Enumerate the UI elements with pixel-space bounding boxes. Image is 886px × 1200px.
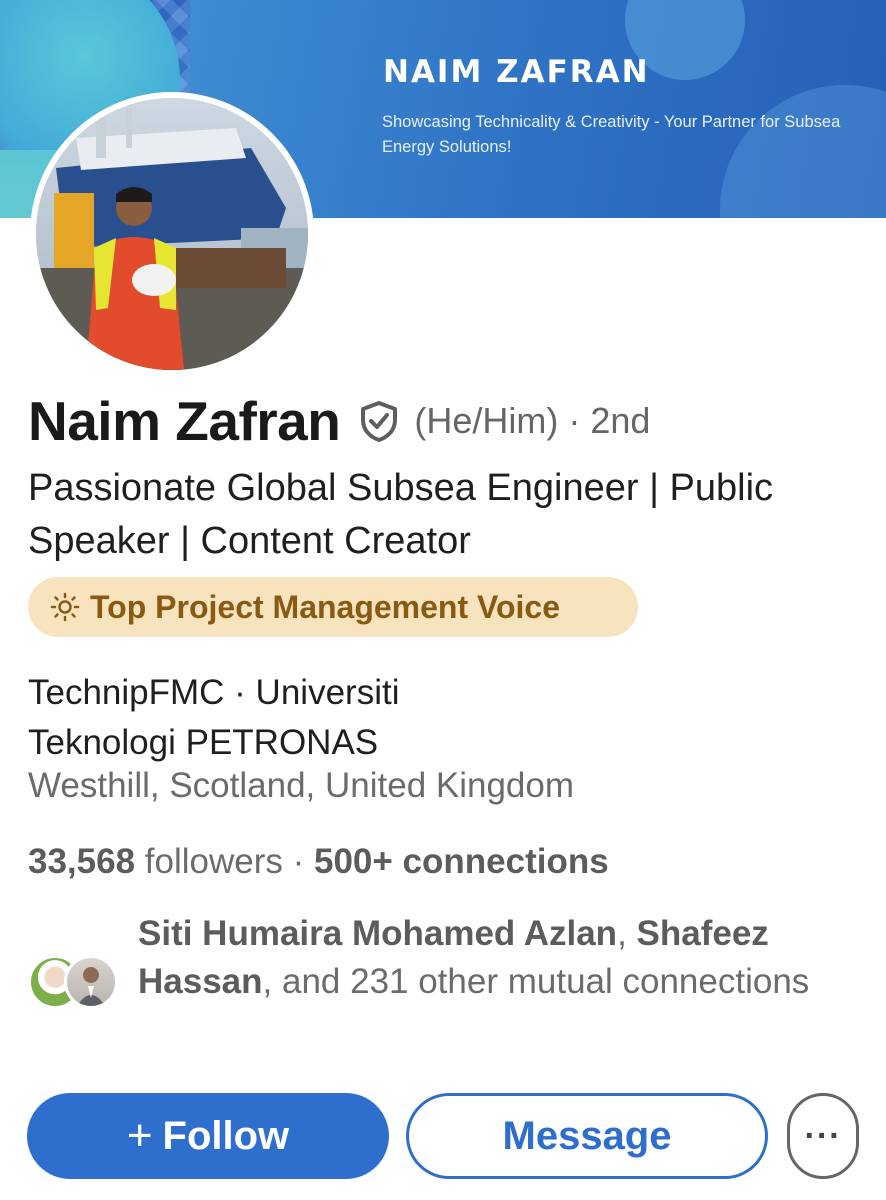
profile-headline: Passionate Global Subsea Engineer | Publ… (28, 467, 774, 562)
profile-stats: 33,568 followers · 500+ connections (28, 842, 609, 882)
more-icon: ··· (804, 1116, 842, 1155)
lightbulb-icon (50, 592, 80, 622)
follow-button[interactable]: + Follow (27, 1093, 389, 1179)
profile-photo-illustration (36, 98, 308, 370)
company-education[interactable]: TechnipFMC · Universiti Teknologi PETRON… (28, 668, 548, 768)
mutual-name: Siti Humaira Mohamed Azlan (138, 914, 618, 953)
profile-photo[interactable] (30, 92, 314, 376)
banner-tagline: Showcasing Technicality & Creativity - Y… (382, 113, 841, 156)
followers-count: 33,568 (28, 842, 136, 881)
name-row: Naim Zafran (He/Him) · 2nd (28, 388, 650, 454)
shield-check-icon[interactable] (358, 400, 400, 442)
mutual-connection-avatars[interactable] (28, 955, 123, 1011)
profile-photo-image (36, 98, 308, 370)
message-button[interactable]: Message (406, 1093, 768, 1179)
top-voice-badge[interactable]: Top Project Management Voice (28, 577, 638, 637)
followers-label: followers · (135, 842, 314, 881)
connections-link[interactable]: 500+ connections (314, 842, 609, 881)
message-label: Message (502, 1113, 672, 1158)
follow-label: Follow (162, 1113, 290, 1158)
profile-name: Naim Zafran (28, 390, 341, 452)
mutual-rest: , and 231 other mutual connections (262, 962, 810, 1001)
profile-location: Westhill, Scotland, United Kingdom (28, 766, 575, 805)
avatar (64, 955, 118, 1009)
banner-title: NAIM ZAFRAN (383, 54, 650, 90)
more-options-button[interactable]: ··· (787, 1093, 859, 1179)
plus-icon: + (126, 1111, 153, 1160)
mutual-connections-text[interactable]: Siti Humaira Mohamed Azlan, Shafeez Hass… (138, 910, 868, 1006)
top-voice-label: Top Project Management Voice (90, 588, 561, 625)
pronouns-degree: (He/Him) · 2nd (414, 400, 651, 441)
mutual-separator: , (617, 914, 627, 953)
